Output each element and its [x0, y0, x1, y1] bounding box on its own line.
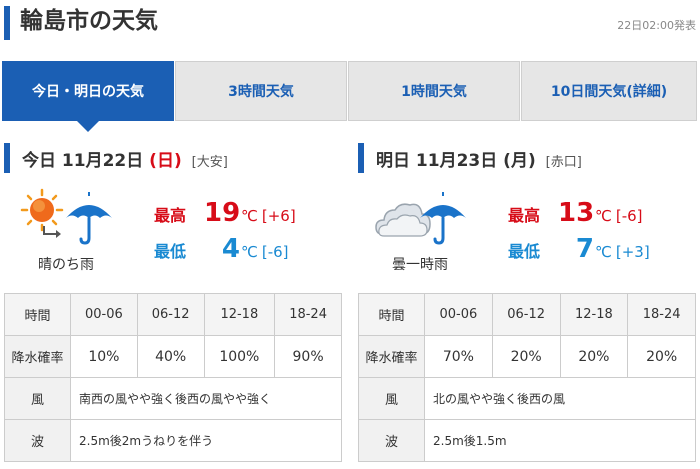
today-low: 最低 4 ℃ [-6]: [154, 234, 289, 268]
tab-today-tomorrow[interactable]: 今日・明日の天気: [2, 61, 174, 132]
table-row: 風 南西の風やや強く後西の風やや強く: [4, 377, 342, 420]
today-day-of-week: (日): [149, 151, 182, 171]
today-high-unit: ℃: [241, 207, 258, 225]
tomorrow-summary: 曇一時雨 最高 13 ℃ [-6] 最低 7 ℃ [+3]: [358, 178, 698, 290]
today-forecast: 今日 11月22日 (日) [大安] 晴のち雨 最高 19 ℃ [+6] 最低 …: [4, 140, 344, 469]
today-forecast-table: 時間 00-06 06-12 12-18 18-24 降水確率 10% 40% …: [4, 293, 342, 462]
tomorrow-date: 11月23日: [415, 151, 498, 171]
wave-value: 2.5m後1.5m: [424, 419, 696, 462]
wave-header: 波: [358, 419, 425, 462]
tomorrow-high: 最高 13 ℃ [-6]: [508, 198, 643, 232]
precip-value: 10%: [70, 335, 138, 378]
table-row: 降水確率 70% 20% 20% 20%: [358, 335, 696, 378]
tomorrow-low-value: 7: [575, 234, 594, 264]
tomorrow-high-label: 最高: [508, 206, 541, 225]
precip-value: 90%: [274, 335, 342, 378]
tomorrow-weather-label: 曇一時雨: [392, 257, 448, 273]
precip-value: 40%: [136, 335, 205, 378]
tab-10day[interactable]: 10日間天気(詳細): [521, 61, 697, 121]
wave-value: 2.5m後2mうねりを伴う: [70, 419, 342, 462]
tomorrow-accent-bar: [358, 143, 364, 173]
today-high: 最高 19 ℃ [+6]: [154, 198, 296, 232]
table-row: 時間 00-06 06-12 12-18 18-24: [358, 293, 696, 336]
tomorrow-high-value: 13: [558, 198, 595, 228]
tomorrow-heading: 明日 11月23日 (月) [赤口]: [358, 140, 698, 178]
table-row: 時間 00-06 06-12 12-18 18-24: [4, 293, 342, 336]
time-slot: 18-24: [627, 293, 696, 336]
issued-time: 22日02:00発表: [617, 19, 696, 32]
sun-then-rain-icon: [20, 188, 112, 245]
precip-value: 20%: [559, 335, 629, 378]
table-row: 波 2.5m後2mうねりを伴う: [4, 419, 342, 462]
time-slot: 06-12: [136, 293, 205, 336]
table-row: 降水確率 10% 40% 100% 90%: [4, 335, 342, 378]
table-row: 風 北の風やや強く後西の風: [358, 377, 696, 420]
tomorrow-high-diff: [-6]: [615, 207, 643, 225]
today-high-label: 最高: [154, 206, 187, 225]
wind-value: 北の風やや強く後西の風: [424, 377, 696, 420]
today-high-value: 19: [204, 198, 241, 228]
tomorrow-title: 明日 11月23日 (月) [赤口]: [376, 146, 582, 171]
tomorrow-forecast-table: 時間 00-06 06-12 12-18 18-24 降水確率 70% 20% …: [358, 293, 696, 462]
tomorrow-rokuyo: [赤口]: [545, 155, 582, 170]
precip-value: 20%: [627, 335, 696, 378]
time-slot: 12-18: [203, 293, 276, 336]
wind-header: 風: [4, 377, 71, 420]
page-title: 輪島市の天気: [20, 8, 158, 34]
time-slot: 00-06: [70, 293, 138, 336]
tab-3hour[interactable]: 3時間天気: [175, 61, 347, 121]
tomorrow-forecast: 明日 11月23日 (月) [赤口] 曇一時雨 最高 13 ℃ [-6] 最低 …: [358, 140, 698, 469]
tomorrow-low-diff: [+3]: [615, 243, 650, 261]
time-slot: 12-18: [559, 293, 629, 336]
tomorrow-low: 最低 7 ℃ [+3]: [508, 234, 650, 268]
tomorrow-low-unit: ℃: [595, 243, 612, 261]
tomorrow-day-of-week: (月): [503, 151, 536, 171]
forecast-tabs: 今日・明日の天気 3時間天気 1時間天気 10日間天気(詳細): [2, 61, 698, 132]
table-row: 波 2.5m後1.5m: [358, 419, 696, 462]
tomorrow-high-unit: ℃: [595, 207, 612, 225]
tomorrow-prefix: 明日: [376, 151, 410, 171]
today-low-diff: [-6]: [261, 243, 289, 261]
tab-1hour[interactable]: 1時間天気: [348, 61, 520, 121]
today-heading: 今日 11月22日 (日) [大安]: [4, 140, 344, 178]
wind-header: 風: [358, 377, 425, 420]
cloud-with-rain-icon: [375, 192, 466, 245]
time-slot: 06-12: [491, 293, 561, 336]
time-header: 時間: [358, 293, 425, 336]
wave-header: 波: [4, 419, 71, 462]
today-title: 今日 11月22日 (日) [大安]: [22, 146, 228, 171]
time-slot: 18-24: [274, 293, 342, 336]
precip-value: 100%: [203, 335, 276, 378]
today-summary: 晴のち雨 最高 19 ℃ [+6] 最低 4 ℃ [-6]: [4, 178, 344, 290]
precip-value: 20%: [491, 335, 561, 378]
today-high-diff: [+6]: [261, 207, 296, 225]
today-low-value: 4: [221, 234, 240, 264]
today-accent-bar: [4, 143, 10, 173]
today-weather-label: 晴のち雨: [38, 257, 94, 273]
today-low-label: 最低: [154, 242, 187, 261]
page-header: 輪島市の天気 22日02:00発表: [0, 0, 700, 48]
today-date: 11月22日: [61, 151, 144, 171]
tomorrow-low-label: 最低: [508, 242, 541, 261]
wind-value: 南西の風やや強く後西の風やや強く: [70, 377, 342, 420]
today-prefix: 今日: [22, 151, 56, 171]
precip-header: 降水確率: [4, 335, 71, 378]
time-slot: 00-06: [424, 293, 493, 336]
today-rokuyo: [大安]: [191, 155, 228, 170]
precip-header: 降水確率: [358, 335, 425, 378]
precip-value: 70%: [424, 335, 493, 378]
header-accent-bar: [4, 6, 10, 40]
today-low-unit: ℃: [241, 243, 258, 261]
time-header: 時間: [4, 293, 71, 336]
